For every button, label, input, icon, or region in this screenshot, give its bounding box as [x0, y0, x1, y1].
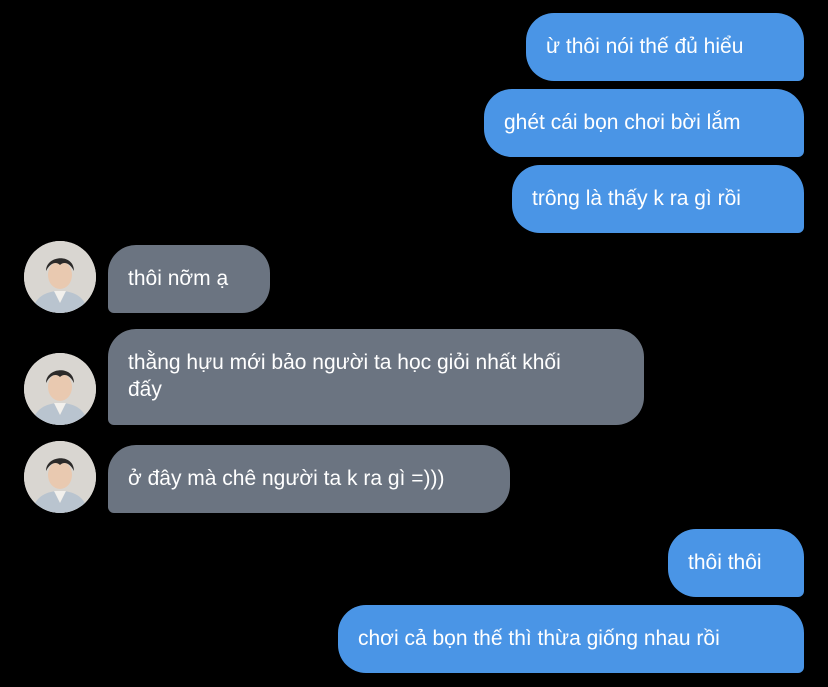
- contact-avatar[interactable]: [24, 353, 96, 425]
- avatar-photo-icon: [24, 353, 96, 425]
- message-bubble-sent[interactable]: ghét cái bọn chơi bời lắm: [484, 89, 804, 157]
- message-text: ghét cái bọn chơi bời lắm: [504, 111, 741, 134]
- avatar-photo-icon: [24, 441, 96, 513]
- contact-avatar[interactable]: [24, 441, 96, 513]
- message-bubble-received[interactable]: thôi nỡm ạ: [108, 245, 270, 313]
- contact-avatar[interactable]: [24, 241, 96, 313]
- message-text: trông là thấy k ra gì rồi: [532, 187, 741, 210]
- message-text: ừ thôi nói thế đủ hiểu: [546, 35, 744, 58]
- message-text: chơi cả bọn thế thì thừa giống nhau rồi: [358, 627, 720, 650]
- message-text: thôi nỡm ạ: [128, 267, 229, 290]
- message-bubble-sent[interactable]: ừ thôi nói thế đủ hiểu: [526, 13, 804, 81]
- message-bubble-sent[interactable]: thôi thôi: [668, 529, 804, 597]
- message-text: thôi thôi: [688, 551, 762, 574]
- message-bubble-received[interactable]: ở đây mà chê người ta k ra gì =))): [108, 445, 510, 513]
- message-text: thằng hựu mới bảo người ta học giỏi nhất…: [128, 351, 561, 401]
- message-bubble-sent[interactable]: trông là thấy k ra gì rồi: [512, 165, 804, 233]
- message-text: ở đây mà chê người ta k ra gì =))): [128, 467, 445, 490]
- message-bubble-sent[interactable]: chơi cả bọn thế thì thừa giống nhau rồi: [338, 605, 804, 673]
- message-bubble-received[interactable]: thằng hựu mới bảo người ta học giỏi nhất…: [108, 329, 644, 425]
- avatar-photo-icon: [24, 241, 96, 313]
